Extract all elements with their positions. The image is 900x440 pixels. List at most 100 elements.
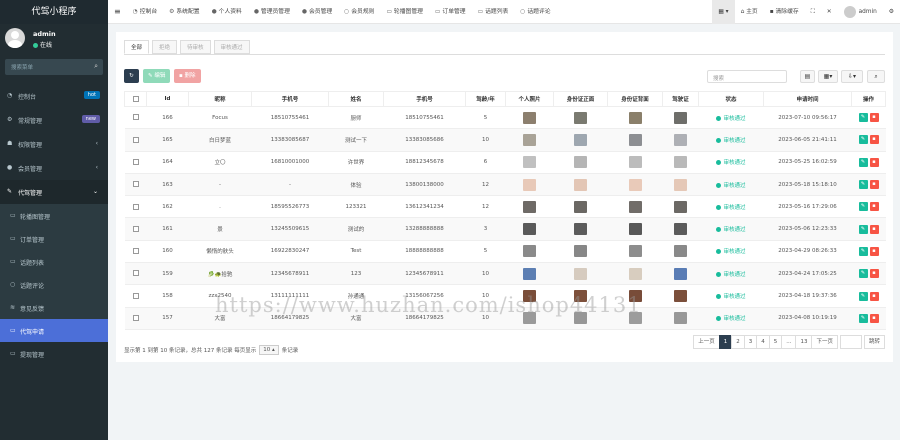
tab-all[interactable]: 全部 <box>124 40 150 54</box>
photo-thumbnail[interactable] <box>523 223 536 236</box>
row-checkbox[interactable] <box>132 292 139 299</box>
row-select-cell[interactable] <box>124 173 147 197</box>
row-checkbox[interactable] <box>132 181 139 188</box>
sidebar-subitem-banner[interactable]: ▭ 轮播图管理 <box>0 204 108 227</box>
photo-thumbnail[interactable] <box>523 111 536 124</box>
tab-pending[interactable]: 待审核 <box>180 40 211 54</box>
sidebar-subitem-feedback[interactable]: ≋ 意见反馈 <box>0 296 108 319</box>
clear-cache-button[interactable]: ▪ 清除缓存 <box>764 0 805 24</box>
sidebar-item-general[interactable]: ⚙ 常规管理 new <box>0 108 108 132</box>
id-back-thumbnail[interactable] <box>628 267 642 280</box>
row-checkbox[interactable] <box>132 158 139 165</box>
row-select-cell[interactable] <box>124 307 147 330</box>
delete-button[interactable]: ▪ 删除 <box>174 69 201 83</box>
photo-thumbnail[interactable] <box>523 133 536 146</box>
sidebar-item-auth[interactable]: ☗ 权限管理 ‹ <box>0 132 108 156</box>
id-front-thumbnail[interactable] <box>574 133 587 146</box>
row-edit-icon[interactable]: ✎ <box>858 157 868 167</box>
row-edit-icon[interactable]: ✎ <box>858 135 868 145</box>
per-page-select[interactable]: 10 ▴ <box>259 345 279 355</box>
sidebar-item-withdraw[interactable]: ▭ 提现管理 <box>0 342 108 365</box>
sidebar-subitem-orders[interactable]: ▭ 订单管理 <box>0 227 108 250</box>
page-jump-button[interactable]: 跳转 <box>863 335 885 349</box>
id-front-thumbnail[interactable] <box>574 111 587 124</box>
row-delete-icon[interactable]: ▪ <box>869 246 879 256</box>
id-front-thumbnail[interactable] <box>574 245 587 258</box>
page-13-button[interactable]: 13 <box>795 335 813 349</box>
page-4-button[interactable]: 4 <box>756 335 770 349</box>
edit-button[interactable]: ✎ 编辑 <box>143 69 171 83</box>
photo-thumbnail[interactable] <box>523 156 536 169</box>
row-checkbox[interactable] <box>132 248 139 255</box>
table-row[interactable]: 163- - 体验 13800138000 12 审核通过 2023-05-18 15:18… <box>124 173 886 197</box>
sidebar-subitem-comments[interactable]: ○ 话题评论 <box>0 273 108 296</box>
id-back-thumbnail[interactable] <box>628 111 642 124</box>
row-select-cell[interactable] <box>124 284 147 308</box>
page-5-button[interactable]: 5 <box>768 335 783 349</box>
row-delete-icon[interactable]: ▪ <box>869 269 879 279</box>
top-nav-member-rules[interactable]: ○ 会员规则 <box>338 0 380 24</box>
header-phone2[interactable]: 手机号 <box>383 91 466 107</box>
license-thumbnail[interactable] <box>674 223 687 236</box>
row-delete-icon[interactable]: ▪ <box>869 157 879 167</box>
row-delete-icon[interactable]: ▪ <box>869 224 879 234</box>
row-edit-icon[interactable]: ✎ <box>858 291 868 301</box>
license-thumbnail[interactable] <box>674 133 687 146</box>
id-front-thumbnail[interactable] <box>574 223 587 236</box>
table-search-input[interactable]: 搜索 <box>707 70 787 83</box>
top-nav-topics[interactable]: ▭ 话题列表 <box>472 0 515 24</box>
license-thumbnail[interactable] <box>674 178 687 191</box>
license-thumbnail[interactable] <box>674 111 687 124</box>
header-years[interactable]: 驾龄/年 <box>465 91 506 107</box>
row-delete-icon[interactable]: ▪ <box>869 113 879 123</box>
header-id[interactable]: Id <box>146 91 189 107</box>
id-back-thumbnail[interactable] <box>628 223 642 236</box>
row-checkbox[interactable] <box>132 270 139 277</box>
table-row[interactable]: 166 Focus 18510755461 厨师 18510755461 5 审核通过 202… <box>124 106 886 130</box>
sidebar-item-dashboard[interactable]: ◔ 控制台 hot <box>0 84 108 108</box>
id-back-thumbnail[interactable] <box>628 133 642 146</box>
row-delete-icon[interactable]: ▪ <box>869 180 879 190</box>
table-row[interactable]: 164 立〇 16810001000 许世界 18812345678 6 审核通过 2023-… <box>124 151 886 174</box>
license-thumbnail[interactable] <box>674 267 687 280</box>
header-name[interactable]: 姓名 <box>328 91 384 107</box>
sidebar-subitem-topics[interactable]: ▭ 话题列表 <box>0 250 108 273</box>
row-checkbox[interactable] <box>132 203 139 210</box>
row-select-cell[interactable] <box>124 106 147 130</box>
page-2-button[interactable]: 2 <box>731 335 745 349</box>
row-checkbox[interactable] <box>132 114 139 121</box>
header-phone[interactable]: 手机号 <box>251 91 329 107</box>
top-nav-members[interactable]: ● 会员管理 <box>296 0 338 24</box>
row-delete-icon[interactable]: ▪ <box>869 135 879 145</box>
row-checkbox[interactable] <box>132 136 139 143</box>
header-status[interactable]: 状态 <box>698 91 764 107</box>
id-front-thumbnail[interactable] <box>574 267 587 280</box>
columns-toggle-icon[interactable]: ▤ <box>800 70 815 83</box>
expand-icon[interactable]: ✕ <box>821 0 838 24</box>
row-edit-icon[interactable]: ✎ <box>858 313 868 323</box>
photo-thumbnail[interactable] <box>523 200 536 213</box>
sidebar-item-driving[interactable]: ✎ 代驾管理 ⌄ <box>0 180 108 204</box>
row-select-cell[interactable] <box>124 151 147 174</box>
sidebar-subitem-driver-apply[interactable]: ▭ 代驾申请 <box>0 319 108 342</box>
row-edit-icon[interactable]: ✎ <box>858 224 868 234</box>
fullscreen-icon[interactable]: ⛶ <box>805 0 821 24</box>
id-back-thumbnail[interactable] <box>628 245 642 258</box>
table-row[interactable]: 162. 18595526773 123321 13612341234 12 审核通过 20… <box>124 195 886 219</box>
top-nav-orders[interactable]: ▭ 订单管理 <box>429 0 472 24</box>
license-thumbnail[interactable] <box>674 290 687 303</box>
header-nickname[interactable]: 昵称 <box>188 91 252 107</box>
select-all-checkbox[interactable] <box>132 95 139 102</box>
photo-thumbnail[interactable] <box>523 245 536 258</box>
row-delete-icon[interactable]: ▪ <box>869 291 879 301</box>
row-select-cell[interactable] <box>124 217 147 241</box>
page-3-button[interactable]: 3 <box>743 335 758 349</box>
license-thumbnail[interactable] <box>674 245 687 258</box>
top-nav-dashboard[interactable]: ◔ 控制台 <box>127 0 163 24</box>
top-nav-profile[interactable]: ● 个人资料 <box>206 0 248 24</box>
tab-approved[interactable]: 审核通过 <box>213 40 250 54</box>
search-toggle-icon[interactable]: ⌕ <box>867 70 885 83</box>
settings-icon[interactable]: ⚙ <box>883 0 900 24</box>
header-select-all[interactable] <box>124 91 147 107</box>
top-nav-config[interactable]: ⚙ 系统配置 <box>163 0 205 24</box>
